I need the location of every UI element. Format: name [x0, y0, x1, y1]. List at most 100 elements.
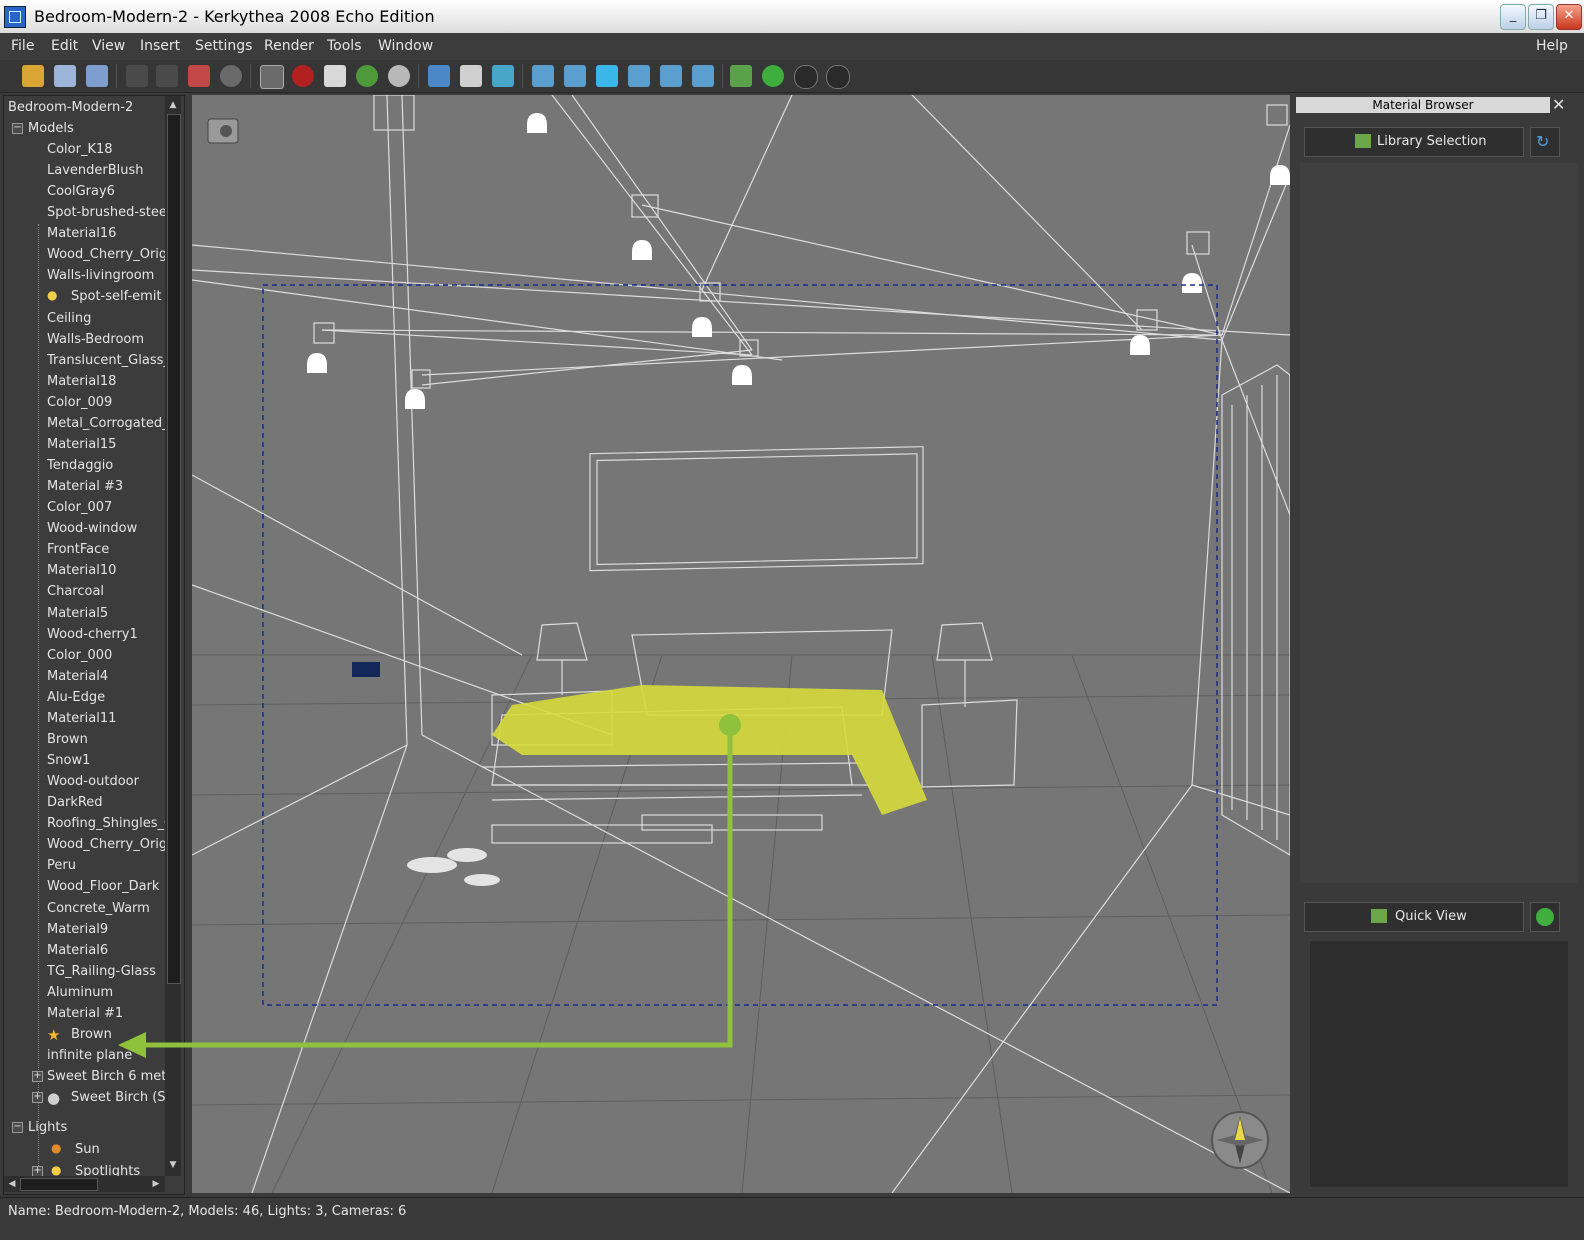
- menu-window[interactable]: Window: [378, 38, 433, 54]
- tree-item-label: Lights: [28, 1120, 68, 1135]
- refresh-library-button[interactable]: ↻: [1530, 127, 1560, 157]
- home-icon[interactable]: [428, 65, 450, 87]
- collapse-icon[interactable]: −: [12, 123, 23, 134]
- collapse-icon[interactable]: −: [12, 1122, 23, 1133]
- tree-node-icon: ●: [47, 1089, 61, 1107]
- quick-view-render-button[interactable]: [1530, 902, 1560, 932]
- scrollbar-thumb[interactable]: [167, 114, 181, 984]
- tree-item-label: Sweet Birch (Sw: [71, 1090, 177, 1105]
- tree-item-label: Material #3: [47, 479, 124, 494]
- toolbar-separator: [250, 64, 251, 88]
- tree-item-label: Concrete_Warm: [47, 901, 150, 916]
- menu-render[interactable]: Render: [264, 38, 314, 54]
- save-icon[interactable]: [54, 65, 76, 87]
- toolbar: [0, 60, 1584, 93]
- tree-item-label: LavenderBlush: [47, 163, 144, 178]
- compass-icon: [1211, 1111, 1269, 1169]
- view-back-icon[interactable]: [564, 65, 586, 87]
- menu-insert[interactable]: Insert: [140, 38, 180, 54]
- scroll-down-icon[interactable]: ▼: [166, 1158, 180, 1172]
- start-render-icon[interactable]: [762, 65, 784, 87]
- tree-item-label: Material15: [47, 437, 117, 452]
- material-list-area[interactable]: [1300, 163, 1578, 883]
- app-icon: [4, 6, 26, 28]
- tree-item-label: Material4: [47, 669, 109, 684]
- tree-item-label: TG_Railing-Glass: [47, 964, 156, 979]
- menu-view[interactable]: View: [92, 38, 125, 54]
- tree-item-label: Color_009: [47, 395, 113, 410]
- tree-item-label: Snow1: [47, 753, 91, 768]
- tree-item-label: Models: [28, 121, 74, 136]
- tree-item-label: Material16: [47, 226, 117, 241]
- panel-close-icon[interactable]: ✕: [1552, 95, 1570, 114]
- tree-item-label: Material5: [47, 606, 109, 621]
- material-browser-title: Material Browser: [1296, 97, 1550, 113]
- tree-item-label: Alu-Edge: [47, 690, 106, 705]
- tree-item-label: Wood_Cherry_Origi: [47, 247, 171, 262]
- viewport-3d[interactable]: [192, 95, 1290, 1193]
- scrollbar-thumb[interactable]: [20, 1178, 98, 1191]
- save-as-icon[interactable]: [86, 65, 108, 87]
- tree-item-label: Material9: [47, 922, 109, 937]
- sun-icon: ●: [51, 1141, 62, 1155]
- tree-item-label: Brown: [71, 1027, 112, 1042]
- target-icon[interactable]: [292, 65, 314, 87]
- light-bulb-icon: ●: [47, 288, 58, 302]
- menu-edit[interactable]: Edit: [51, 38, 78, 54]
- orbit-icon[interactable]: [356, 65, 378, 87]
- pan-hand-icon[interactable]: [324, 65, 346, 87]
- scroll-up-icon[interactable]: ▲: [166, 98, 180, 112]
- tree-guide-line: [38, 224, 40, 1184]
- view-left-icon[interactable]: [596, 65, 618, 87]
- menu-help[interactable]: Help: [1536, 38, 1568, 54]
- tree-item-label: Wood_Floor_Dark: [47, 879, 160, 894]
- minimize-button[interactable]: _: [1500, 4, 1526, 30]
- camera-people-icon[interactable]: [460, 65, 482, 87]
- undo-icon[interactable]: [126, 65, 148, 87]
- paint-material-icon[interactable]: [188, 65, 210, 87]
- menu-settings[interactable]: Settings: [195, 38, 252, 54]
- menu-tools[interactable]: Tools: [327, 38, 362, 54]
- view-right-icon[interactable]: [628, 65, 650, 87]
- tree-item-label: Walls-livingroom: [47, 268, 155, 283]
- toolbar-separator: [418, 64, 419, 88]
- percent-icon[interactable]: [492, 65, 514, 87]
- expand-icon[interactable]: +: [32, 1092, 43, 1103]
- scroll-right-icon[interactable]: ▶: [149, 1177, 163, 1191]
- tree-item-label: Wood-cherry1: [47, 627, 138, 642]
- quick-view-button[interactable]: Quick View: [1304, 902, 1524, 932]
- redo-icon[interactable]: [156, 65, 178, 87]
- pause-render-icon[interactable]: [794, 65, 818, 89]
- select-arrow-icon[interactable]: [260, 65, 284, 89]
- scroll-left-icon[interactable]: ◀: [5, 1177, 19, 1191]
- toolbar-separator: [116, 64, 117, 88]
- stop-render-icon[interactable]: [826, 65, 850, 89]
- tree-item-label: DarkRed: [47, 795, 103, 810]
- view-top-icon[interactable]: [660, 65, 682, 87]
- wireframe-scene: [192, 95, 1290, 1193]
- zoom-icon[interactable]: [388, 65, 410, 87]
- tree-item-label: CoolGray6: [47, 184, 115, 199]
- restore-button[interactable]: ❐: [1528, 4, 1554, 30]
- render-settings-icon[interactable]: [730, 65, 752, 87]
- close-button[interactable]: ✕: [1556, 4, 1582, 30]
- tree-item-label: Material10: [47, 563, 117, 578]
- tree-horizontal-scrollbar[interactable]: ◀ ▶: [4, 1176, 165, 1192]
- open-folder-icon[interactable]: [22, 65, 44, 87]
- window-title: Bedroom-Modern-2 - Kerkythea 2008 Echo E…: [34, 7, 435, 26]
- menu-file[interactable]: File: [11, 38, 34, 54]
- tree-item-label: Walls-Bedroom: [47, 332, 145, 347]
- tree-item-label: Aluminum: [47, 985, 114, 1000]
- toolbar-separator: [722, 64, 723, 88]
- tree-item-label: Material #1: [47, 1006, 124, 1021]
- library-selection-button[interactable]: Library Selection: [1304, 127, 1524, 157]
- tree-item-label: FrontFace: [47, 542, 110, 557]
- sphere-icon[interactable]: [220, 65, 242, 87]
- tree-item-label: Material6: [47, 943, 109, 958]
- view-front-icon[interactable]: [532, 65, 554, 87]
- view-bottom-icon[interactable]: [692, 65, 714, 87]
- render-icon: [1536, 908, 1554, 926]
- tree-item-label: Spot-self-emit: [71, 289, 162, 304]
- expand-icon[interactable]: +: [32, 1071, 43, 1082]
- tree-vertical-scrollbar[interactable]: ▲ ▼: [165, 96, 181, 1176]
